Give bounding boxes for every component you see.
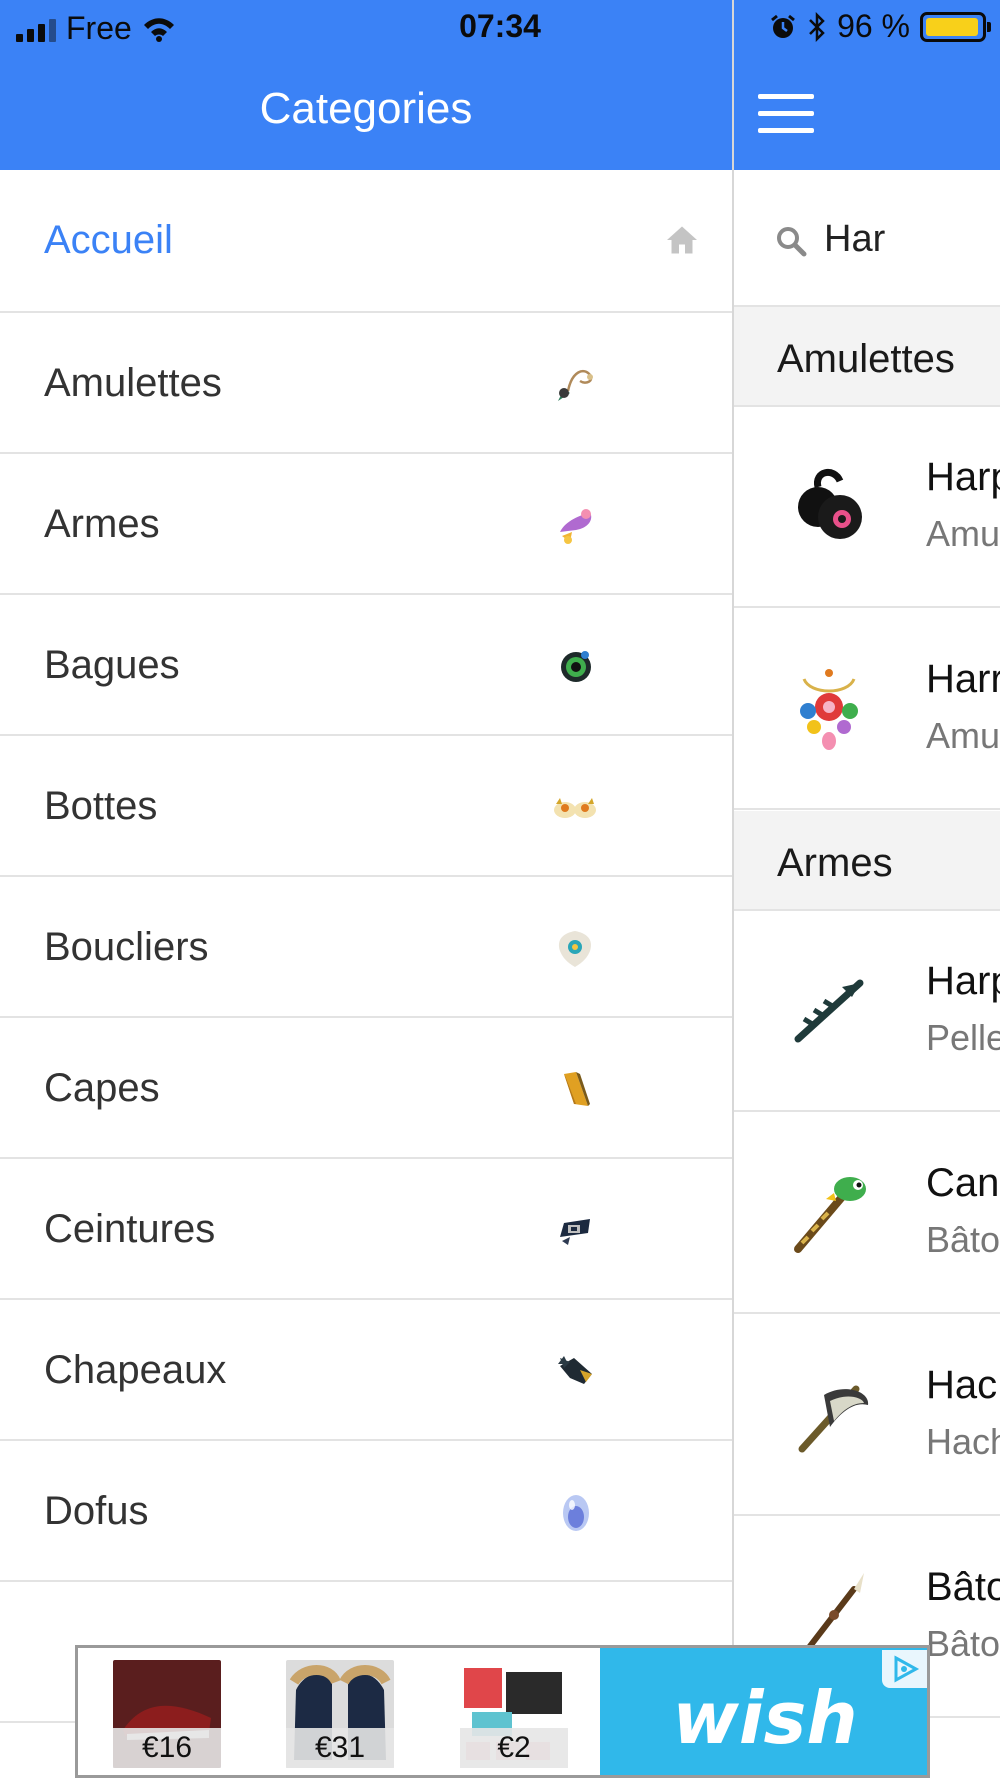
- battery-percent: 96 %: [837, 8, 910, 44]
- axe-thumbnail-icon: [798, 1385, 869, 1453]
- drawer-header: Categories: [0, 56, 732, 170]
- result-item[interactable]: Harp Amu: [734, 407, 1000, 608]
- menu-item-bagues[interactable]: Bagues: [0, 595, 732, 736]
- menu-item-amulettes[interactable]: Amulettes: [0, 313, 732, 454]
- battery-fill: [926, 17, 978, 36]
- section-title: Amulettes: [777, 337, 955, 381]
- menu-item-accueil[interactable]: Accueil: [0, 170, 732, 313]
- section-title: Armes: [777, 841, 893, 885]
- ad-choices-icon[interactable]: [882, 1650, 927, 1688]
- ad-price: €2: [460, 1728, 568, 1768]
- hat-icon: [558, 1356, 592, 1384]
- belt-icon: [560, 1219, 590, 1245]
- home-icon: [667, 226, 697, 254]
- menu-item-armes[interactable]: Armes: [0, 454, 732, 595]
- menu-item-label: Amulettes: [44, 361, 222, 405]
- wish-ad-logo[interactable]: wish: [600, 1648, 927, 1775]
- result-name: Harp: [926, 455, 1000, 499]
- ad-product[interactable]: €2: [460, 1660, 568, 1768]
- weapon-icon: [560, 509, 592, 544]
- result-item[interactable]: Hac Hach: [734, 1315, 1000, 1516]
- menu-item-boucliers[interactable]: Boucliers: [0, 877, 732, 1018]
- menu-item-label: Ceintures: [44, 1207, 216, 1251]
- battery-icon: [920, 11, 991, 42]
- ad-product[interactable]: €31: [286, 1660, 394, 1768]
- main-header: [734, 56, 1000, 170]
- menu-item-chapeaux[interactable]: Chapeaux: [0, 1300, 732, 1441]
- result-item[interactable]: Harp Pelle: [734, 911, 1000, 1112]
- result-category: Bâto: [926, 1219, 1000, 1260]
- result-category: Bâto: [926, 1623, 1000, 1664]
- result-name: Can: [926, 1161, 1000, 1205]
- result-category: Hach: [926, 1421, 1000, 1462]
- menu-item-label: Accueil: [44, 218, 173, 262]
- result-category: Pelle: [926, 1017, 1000, 1058]
- result-name: Harp: [926, 959, 1000, 1003]
- ring-icon: [561, 651, 591, 682]
- result-name: Bâto: [926, 1565, 1000, 1609]
- alarm-icon: [771, 14, 795, 38]
- menu-item-label: Capes: [44, 1066, 160, 1110]
- result-category: Amu: [926, 513, 1000, 554]
- bluetooth-icon: [809, 11, 825, 42]
- menu-item-capes[interactable]: Capes: [0, 1018, 732, 1159]
- amulet-thumbnail-icon: [798, 469, 862, 539]
- search-input[interactable]: [824, 214, 994, 264]
- ad-price: €16: [113, 1728, 221, 1768]
- drawer-title: Categories: [259, 84, 473, 133]
- ad-product[interactable]: €16: [113, 1660, 221, 1768]
- menu-item-label: Bottes: [44, 784, 158, 828]
- shield-icon: [558, 931, 592, 967]
- search-icon: [777, 227, 807, 257]
- ad-brand-name: wish: [672, 1676, 858, 1760]
- section-header-armes: Armes: [734, 811, 1000, 911]
- result-name: Harr: [926, 657, 1000, 701]
- result-item[interactable]: Can Bâto: [734, 1113, 1000, 1314]
- cape-icon: [564, 1072, 590, 1106]
- hamburger-menu-icon[interactable]: [758, 94, 814, 134]
- necklace-thumbnail-icon: [800, 669, 858, 750]
- staff-thumbnail-icon: [794, 1177, 866, 1253]
- categories-drawer: Categories Accueil Amulettes Armes Bague…: [0, 0, 732, 1778]
- search-bar: [734, 170, 1000, 307]
- boots-icon: [554, 798, 596, 818]
- ad-price: €31: [286, 1728, 394, 1768]
- menu-item-bottes[interactable]: Bottes: [0, 736, 732, 877]
- harpoon-thumbnail-icon: [794, 979, 864, 1043]
- menu-item-label: Armes: [44, 502, 160, 546]
- result-name: Hac: [926, 1363, 998, 1407]
- menu-item-label: Chapeaux: [44, 1348, 227, 1392]
- ad-banner[interactable]: €16 €31 €2 wish: [75, 1645, 930, 1778]
- section-header-amulettes: Amulettes: [734, 307, 1000, 407]
- dofus-egg-icon: [563, 1495, 589, 1531]
- amulet-icon: [558, 370, 593, 401]
- menu-item-ceintures[interactable]: Ceintures: [0, 1159, 732, 1300]
- result-item[interactable]: Harr Amu: [734, 609, 1000, 810]
- menu-item-label: Boucliers: [44, 925, 209, 969]
- status-bar: Free 07:34 96 %: [0, 0, 1000, 56]
- menu-item-label: Bagues: [44, 643, 180, 687]
- menu-item-label: Dofus: [44, 1489, 149, 1533]
- category-list: Accueil Amulettes Armes Bagues Bottes Bo…: [0, 170, 732, 1723]
- status-right: 96 %: [769, 8, 991, 45]
- result-category: Amu: [926, 715, 1000, 756]
- menu-item-dofus[interactable]: Dofus: [0, 1441, 732, 1582]
